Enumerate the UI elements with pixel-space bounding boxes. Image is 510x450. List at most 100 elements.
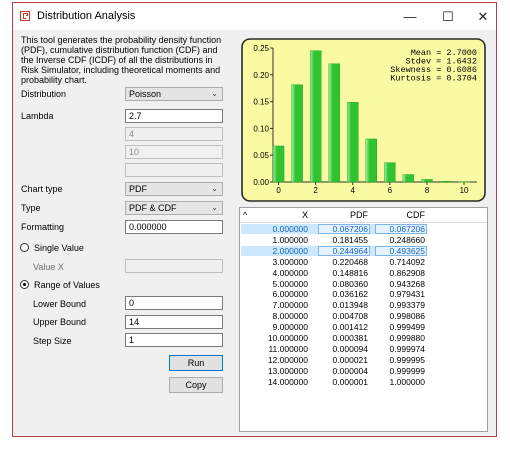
table-cell[interactable]: 0.067206 — [369, 224, 425, 235]
table-cell[interactable]: 14.000000 — [252, 377, 308, 388]
y-tick-label: 0.15 — [253, 98, 269, 107]
chart-panel: 0.00 0.05 0.10 0.15 0.20 0.25 0 2 4 6 8 10 Mean = 2.… — [239, 36, 488, 204]
table-cell[interactable]: 6.000000 — [252, 289, 308, 300]
sort-icon[interactable]: ^ — [243, 209, 257, 221]
chevron-down-icon: ⌄ — [211, 203, 218, 212]
run-button[interactable]: Run — [169, 355, 223, 371]
table-cell[interactable]: 9.000000 — [252, 322, 308, 333]
parameter-3-input[interactable]: 10 — [125, 145, 223, 159]
chart-bar — [309, 50, 322, 183]
y-tick-label: 0.20 — [253, 71, 269, 80]
upper-bound-input[interactable]: 14 — [125, 315, 223, 329]
table-cell[interactable]: 0.000381 — [312, 333, 368, 344]
single-value-radio[interactable] — [20, 243, 29, 252]
chart-type-select[interactable]: PDF ⌄ — [125, 182, 223, 196]
y-tick-label: 0.25 — [253, 44, 269, 53]
table-cell[interactable]: 10.000000 — [252, 333, 308, 344]
copy-button[interactable]: Copy — [169, 377, 223, 393]
table-cell[interactable]: 0.000000 — [252, 224, 308, 235]
x-tick-label: 2 — [313, 186, 318, 195]
table-cell[interactable]: 0.000004 — [312, 366, 368, 377]
lower-bound-label: Lower Bound — [33, 299, 87, 309]
window-title: Distribution Analysis — [37, 10, 136, 22]
y-tick-label: 0.00 — [253, 178, 269, 187]
table-cell[interactable]: 0.148816 — [312, 268, 368, 279]
table-cell[interactable]: 0.998086 — [369, 311, 425, 322]
app-logo-icon — [20, 11, 30, 21]
column-header-x[interactable]: X — [258, 209, 308, 221]
chart-bar — [458, 181, 470, 183]
table-cell[interactable]: 0.943268 — [369, 279, 425, 290]
table-cell[interactable]: 0.000021 — [312, 355, 368, 366]
table-cell[interactable]: 1.000000 — [369, 377, 425, 388]
table-cell[interactable]: 4.000000 — [252, 268, 308, 279]
formatting-input[interactable]: 0.000000 — [125, 220, 223, 234]
type-select[interactable]: PDF & CDF ⌄ — [125, 201, 223, 215]
distribution-analysis-window: Distribution Analysis — ☐ ✕ This tool ge… — [12, 2, 497, 437]
formatting-label: Formatting — [21, 222, 65, 232]
table-cell[interactable]: 0.036162 — [312, 289, 368, 300]
table-cell[interactable]: 13.000000 — [252, 366, 308, 377]
table-cell[interactable]: 11.000000 — [252, 344, 308, 355]
table-cell[interactable]: 0.999995 — [369, 355, 425, 366]
table-cell[interactable]: 12.000000 — [252, 355, 308, 366]
table-cell[interactable]: 0.993379 — [369, 300, 425, 311]
step-size-input[interactable]: 1 — [125, 333, 223, 347]
parameter-2-input[interactable]: 4 — [125, 127, 223, 141]
column-header-cdf[interactable]: CDF — [375, 209, 426, 221]
y-tick-label: 0.10 — [253, 124, 269, 133]
chart-type-select-value: PDF — [129, 184, 147, 194]
table-cell[interactable]: 0.979431 — [369, 289, 425, 300]
table-cell[interactable]: 0.013948 — [312, 300, 368, 311]
table-cell[interactable]: 8.000000 — [252, 311, 308, 322]
stat-kurtosis: Kurtosis = 0.3704 — [390, 74, 477, 84]
maximize-button[interactable]: ☐ — [433, 6, 463, 28]
chevron-down-icon: ⌄ — [211, 89, 218, 98]
table-cell[interactable]: 0.220468 — [312, 257, 368, 268]
table-cell[interactable]: 0.004708 — [312, 311, 368, 322]
table-cell[interactable]: 0.999999 — [369, 366, 425, 377]
x-tick-label: 8 — [425, 186, 430, 195]
lower-bound-input[interactable]: 0 — [125, 296, 223, 310]
table-cell[interactable]: 0.067206 — [312, 224, 368, 235]
table-cell[interactable]: 0.080360 — [312, 279, 368, 290]
table-cell[interactable]: 5.000000 — [252, 279, 308, 290]
table-cell[interactable]: 7.000000 — [252, 300, 308, 311]
table-cell[interactable]: 0.181455 — [312, 235, 368, 246]
type-label: Type — [21, 203, 41, 213]
table-cell[interactable]: 2.000000 — [252, 246, 308, 257]
table-cell[interactable]: 0.000001 — [312, 377, 368, 388]
table-cell[interactable]: 0.001412 — [312, 322, 368, 333]
table-cell[interactable]: 0.000094 — [312, 344, 368, 355]
lambda-input[interactable]: 2.7 — [125, 109, 223, 123]
table-cell[interactable]: 0.248660 — [369, 235, 425, 246]
title-bar: Distribution Analysis — ☐ ✕ — [13, 3, 496, 30]
chart-type-label: Chart type — [21, 184, 63, 194]
upper-bound-label: Upper Bound — [33, 317, 87, 327]
minimize-button[interactable]: — — [395, 6, 425, 28]
parameter-4-input[interactable] — [125, 163, 223, 177]
step-size-label: Step Size — [33, 336, 72, 346]
chart-bar — [402, 174, 415, 183]
y-tick-label: 0.05 — [253, 151, 269, 160]
x-tick-label: 6 — [388, 186, 393, 195]
table-cell[interactable]: 0.999499 — [369, 322, 425, 333]
table-cell[interactable]: 0.493625 — [369, 246, 425, 257]
distribution-select[interactable]: Poisson ⌄ — [125, 87, 223, 101]
chart-bar — [291, 84, 303, 183]
range-of-values-label[interactable]: Range of Values — [34, 280, 100, 290]
value-x-input[interactable] — [125, 259, 223, 273]
table-cell[interactable]: 0.244964 — [312, 246, 368, 257]
lambda-label: Lambda — [21, 111, 54, 121]
results-table[interactable]: ^ X PDF CDF 0.000000 0.067206 0.067206 1.000000… — [239, 207, 488, 432]
column-header-pdf[interactable]: PDF — [318, 209, 368, 221]
table-cell[interactable]: 0.999880 — [369, 333, 425, 344]
table-cell[interactable]: 0.714092 — [369, 257, 425, 268]
single-value-label[interactable]: Single Value — [34, 243, 84, 253]
table-cell[interactable]: 1.000000 — [252, 235, 308, 246]
table-cell[interactable]: 3.000000 — [252, 257, 308, 268]
range-of-values-radio[interactable] — [20, 280, 29, 289]
table-cell[interactable]: 0.999974 — [369, 344, 425, 355]
table-cell[interactable]: 0.862908 — [369, 268, 425, 279]
close-button[interactable]: ✕ — [468, 6, 498, 28]
